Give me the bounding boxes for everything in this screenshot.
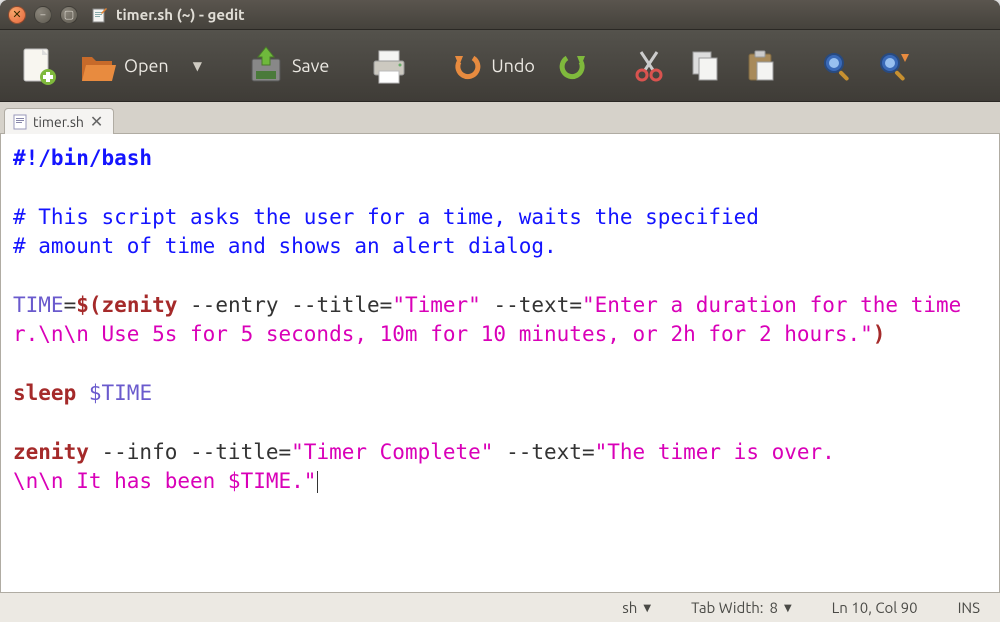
search-button[interactable]: [811, 42, 863, 90]
window-title: timer.sh (~) - gedit: [116, 6, 245, 23]
close-window-button[interactable]: ✕: [8, 6, 26, 24]
chevron-down-icon: ▼: [643, 602, 651, 614]
print-button[interactable]: [361, 39, 417, 93]
insert-mode-indicator[interactable]: INS: [958, 599, 980, 616]
new-file-button[interactable]: [10, 39, 66, 93]
tab-width-selector[interactable]: Tab Width: 8 ▼: [691, 599, 792, 616]
copy-button[interactable]: [679, 42, 731, 90]
file-icon: [13, 114, 27, 130]
save-label: Save: [292, 56, 329, 76]
document-tab[interactable]: timer.sh ✕: [4, 108, 114, 134]
main-toolbar: Open ▼ Save Undo: [0, 30, 1000, 102]
text-caret: [317, 471, 318, 493]
find-replace-button[interactable]: [867, 42, 919, 90]
statusbar: sh▼ Tab Width: 8 ▼ Ln 10, Col 90 INS: [0, 592, 1000, 622]
text-editor[interactable]: #!/bin/bash # This script asks the user …: [0, 134, 1000, 592]
open-label: Open: [124, 56, 169, 76]
document-tabbar: timer.sh ✕: [0, 102, 1000, 134]
cut-button[interactable]: [623, 42, 675, 90]
tab-close-button[interactable]: ✕: [90, 112, 103, 131]
save-button[interactable]: Save: [238, 39, 337, 93]
language-selector[interactable]: sh▼: [622, 599, 651, 616]
tab-filename: timer.sh: [33, 114, 84, 130]
undo-button[interactable]: Undo: [441, 42, 543, 90]
window-controls: ✕ − ▢: [8, 6, 78, 24]
undo-label: Undo: [491, 56, 535, 76]
maximize-window-button[interactable]: ▢: [60, 6, 78, 24]
paste-button[interactable]: [735, 42, 787, 90]
cursor-position: Ln 10, Col 90: [832, 599, 918, 616]
app-icon: [92, 7, 108, 23]
minimize-window-button[interactable]: −: [34, 6, 52, 24]
open-recent-dropdown[interactable]: ▼: [181, 53, 214, 79]
redo-button[interactable]: [547, 42, 599, 90]
titlebar[interactable]: ✕ − ▢ timer.sh (~) - gedit: [0, 0, 1000, 30]
chevron-down-icon: ▼: [784, 602, 792, 614]
open-button[interactable]: Open: [70, 39, 177, 93]
gedit-window: ✕ − ▢ timer.sh (~) - gedit Open ▼ Save: [0, 0, 1000, 622]
